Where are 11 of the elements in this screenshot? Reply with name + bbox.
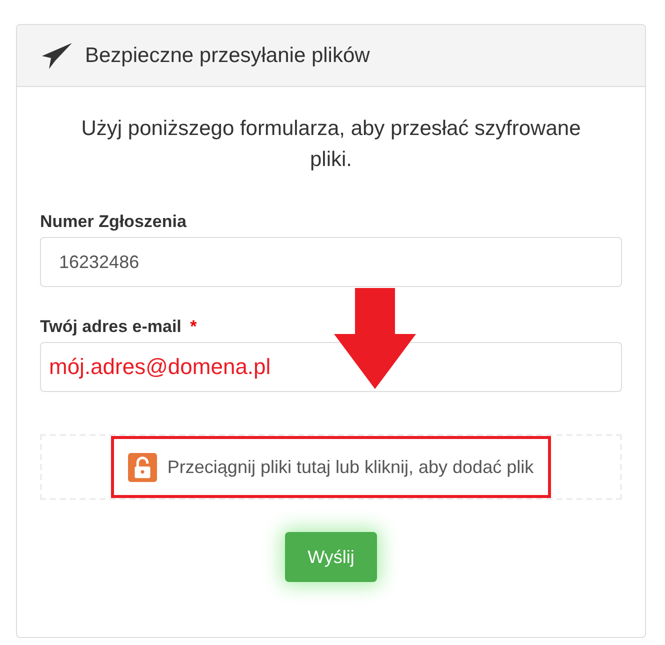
intro-text: Użyj poniższego formularza, aby przesłać szyfrowane pliki.	[80, 116, 582, 173]
required-marker: *	[190, 317, 197, 336]
paper-plane-icon	[41, 42, 73, 70]
field-label: Numer Zgłoszenia	[40, 212, 186, 231]
padlock-icon	[128, 452, 158, 482]
dropzone-text: Przeciągnij pliki tutaj lub kliknij, aby dodać plik	[167, 456, 534, 478]
dropzone[interactable]: Przeciągnij pliki tutaj lub kliknij, aby dodać plik	[40, 434, 622, 500]
field-label: Twój adres e-mail	[40, 317, 182, 336]
input-field[interactable]: mój.adres@domena.pl	[40, 342, 622, 392]
panel-title: Bezpieczne przesyłanie plików	[85, 44, 370, 68]
input-field[interactable]: 16232486	[40, 237, 622, 287]
